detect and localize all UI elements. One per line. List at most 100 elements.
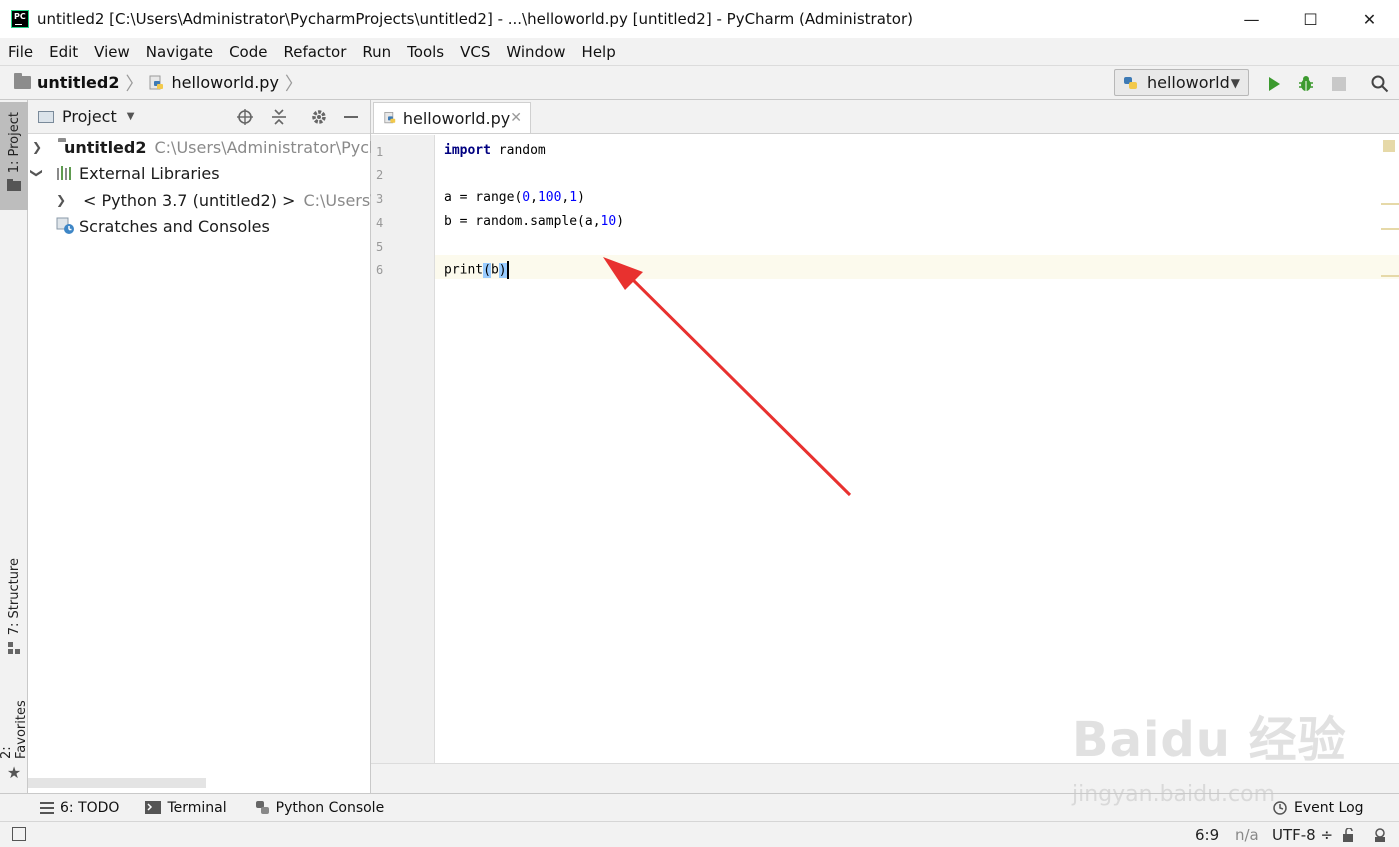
title-bar: PC untitled2 [C:\Users\Administrator\Pyc… (0, 0, 1399, 38)
terminal-label: Terminal (167, 799, 227, 816)
tree-item-scratches[interactable]: Scratches and Consoles (28, 213, 371, 239)
folder-icon (14, 73, 31, 89)
gear-icon (312, 110, 326, 124)
window-controls: — ☐ ✕ (1222, 0, 1399, 38)
menu-navigate[interactable]: Navigate (138, 43, 221, 61)
terminal-icon (145, 801, 162, 814)
tree-item-label: External Libraries (79, 163, 220, 183)
collapse-all-button[interactable] (270, 108, 288, 126)
line-number: 4 (376, 216, 384, 230)
breadcrumb-separator-icon: 〉 (284, 73, 303, 95)
chevron-down-icon: ▼ (126, 111, 135, 122)
error-stripe-marker[interactable] (1381, 203, 1399, 205)
search-everywhere-button[interactable] (1370, 74, 1390, 94)
tool-window-favorites-tab[interactable]: 2: Favorites ★ (0, 684, 29, 782)
stop-button[interactable] (1329, 74, 1349, 94)
python-run-config-icon (1124, 76, 1137, 89)
settings-button[interactable] (310, 108, 328, 126)
event-log-label: Event Log (1294, 800, 1364, 816)
favorites-tab-label: 2: Favorites (0, 700, 29, 759)
line-number: 5 (376, 240, 384, 254)
project-tab-label: 1: Project (6, 112, 22, 174)
structure-tab-label: 7: Structure (6, 558, 22, 636)
menu-view[interactable]: View (86, 43, 138, 61)
menu-tools[interactable]: Tools (399, 43, 452, 61)
minimize-icon (344, 116, 358, 118)
line-number: 6 (376, 263, 384, 277)
run-configuration-label: helloworld (1147, 73, 1230, 92)
python-file-icon (149, 75, 164, 89)
tool-windows-toggle-icon[interactable] (12, 827, 26, 841)
python-file-icon (384, 111, 396, 124)
close-tab-icon[interactable]: ✕ (510, 110, 522, 126)
tree-item-path: C:\Users\Administrator\Pycha (154, 137, 371, 157)
project-tool-window: Project ▼ ❯ untitled2 C:\Users\Administr… (28, 100, 371, 793)
list-icon (40, 801, 54, 814)
menu-code[interactable]: Code (221, 43, 275, 61)
project-view-icon (38, 110, 54, 123)
inspection-status-icon[interactable] (1383, 140, 1395, 152)
locate-file-button[interactable] (236, 108, 254, 126)
editor-tab-helloworld[interactable]: helloworld.py ✕ (373, 102, 531, 133)
inspector-icon[interactable] (1372, 827, 1388, 843)
file-encoding[interactable]: UTF-8 ÷ (1272, 826, 1333, 844)
project-panel-title: Project (62, 107, 117, 126)
hide-panel-button[interactable] (342, 108, 360, 126)
folder-icon (7, 179, 21, 192)
menu-window[interactable]: Window (498, 43, 573, 61)
error-stripe-marker[interactable] (1381, 275, 1399, 277)
line-number: 3 (376, 192, 384, 206)
menu-run[interactable]: Run (354, 43, 399, 61)
breadcrumb-project[interactable]: untitled2 (14, 73, 119, 92)
editor-tab-label: helloworld.py (402, 108, 511, 128)
status-bar: 6:9 n/a UTF-8 ÷ (0, 821, 1399, 847)
menu-edit[interactable]: Edit (41, 43, 86, 61)
maximize-button[interactable]: ☐ (1281, 0, 1340, 38)
chevron-right-icon: ❯ (32, 140, 43, 154)
chevron-down-icon: ▼ (1230, 75, 1240, 90)
terminal-tool-button[interactable]: Terminal (145, 799, 227, 816)
code-line-4: b = random.sample(a,10) (444, 214, 625, 229)
minimize-button[interactable]: — (1222, 0, 1281, 38)
tree-item-label: < Python 3.7 (untitled2) > (83, 190, 296, 210)
lock-icon[interactable] (1342, 828, 1356, 842)
tree-item-project-root[interactable]: ❯ untitled2 C:\Users\Administrator\Pycha (28, 134, 371, 160)
navigation-bar: untitled2 〉 helloworld.py 〉 helloworld ▼ (0, 65, 1399, 100)
close-button[interactable]: ✕ (1340, 0, 1399, 38)
menu-file[interactable]: File (0, 43, 41, 61)
project-view-selector[interactable]: Project ▼ (38, 107, 134, 126)
chevron-down-icon: ❯ (30, 168, 44, 179)
line-number: 1 (376, 145, 384, 159)
event-log-tool-button[interactable]: Event Log (1272, 800, 1364, 816)
breadcrumb-file[interactable]: helloworld.py (149, 73, 279, 92)
code-line-1: import random (444, 143, 546, 158)
collapse-icon (272, 109, 286, 125)
editor-gutter: 1 2 3 4 5 6 (371, 135, 435, 763)
breadcrumb-project-label: untitled2 (37, 73, 120, 92)
horizontal-scrollbar[interactable] (28, 778, 206, 788)
line-separator-indicator[interactable]: n/a (1235, 826, 1259, 844)
run-configuration-select[interactable]: helloworld ▼ (1114, 69, 1249, 96)
caret-position[interactable]: 6:9 (1195, 826, 1219, 844)
menu-refactor[interactable]: Refactor (275, 43, 354, 61)
error-stripe-marker[interactable] (1381, 228, 1399, 230)
tool-window-structure-tab[interactable]: 7: Structure (0, 558, 28, 658)
star-icon: ★ (6, 763, 22, 782)
tree-item-python-sdk[interactable]: ❯ < Python 3.7 (untitled2) > C:\Users\A (28, 187, 371, 213)
crosshair-icon (237, 109, 253, 125)
todo-tool-button[interactable]: 6: TODO (40, 800, 119, 816)
tree-item-path: C:\Users\A (303, 190, 371, 210)
python-console-label: Python Console (275, 799, 385, 816)
current-line-highlight (371, 255, 1399, 279)
menu-help[interactable]: Help (574, 43, 624, 61)
tool-window-project-tab[interactable]: 1: Project (0, 102, 28, 210)
editor-area: helloworld.py ✕ 1 2 3 4 5 6 import rando… (371, 100, 1399, 793)
run-button[interactable] (1264, 74, 1284, 94)
text-caret (506, 261, 509, 279)
tree-item-external-libraries[interactable]: ❯ External Libraries (28, 160, 371, 186)
menu-vcs[interactable]: VCS (452, 43, 498, 61)
python-console-tool-button[interactable]: Python Console (255, 799, 385, 816)
stop-icon (1332, 77, 1346, 91)
bug-icon (1299, 76, 1313, 91)
debug-button[interactable] (1296, 74, 1316, 94)
